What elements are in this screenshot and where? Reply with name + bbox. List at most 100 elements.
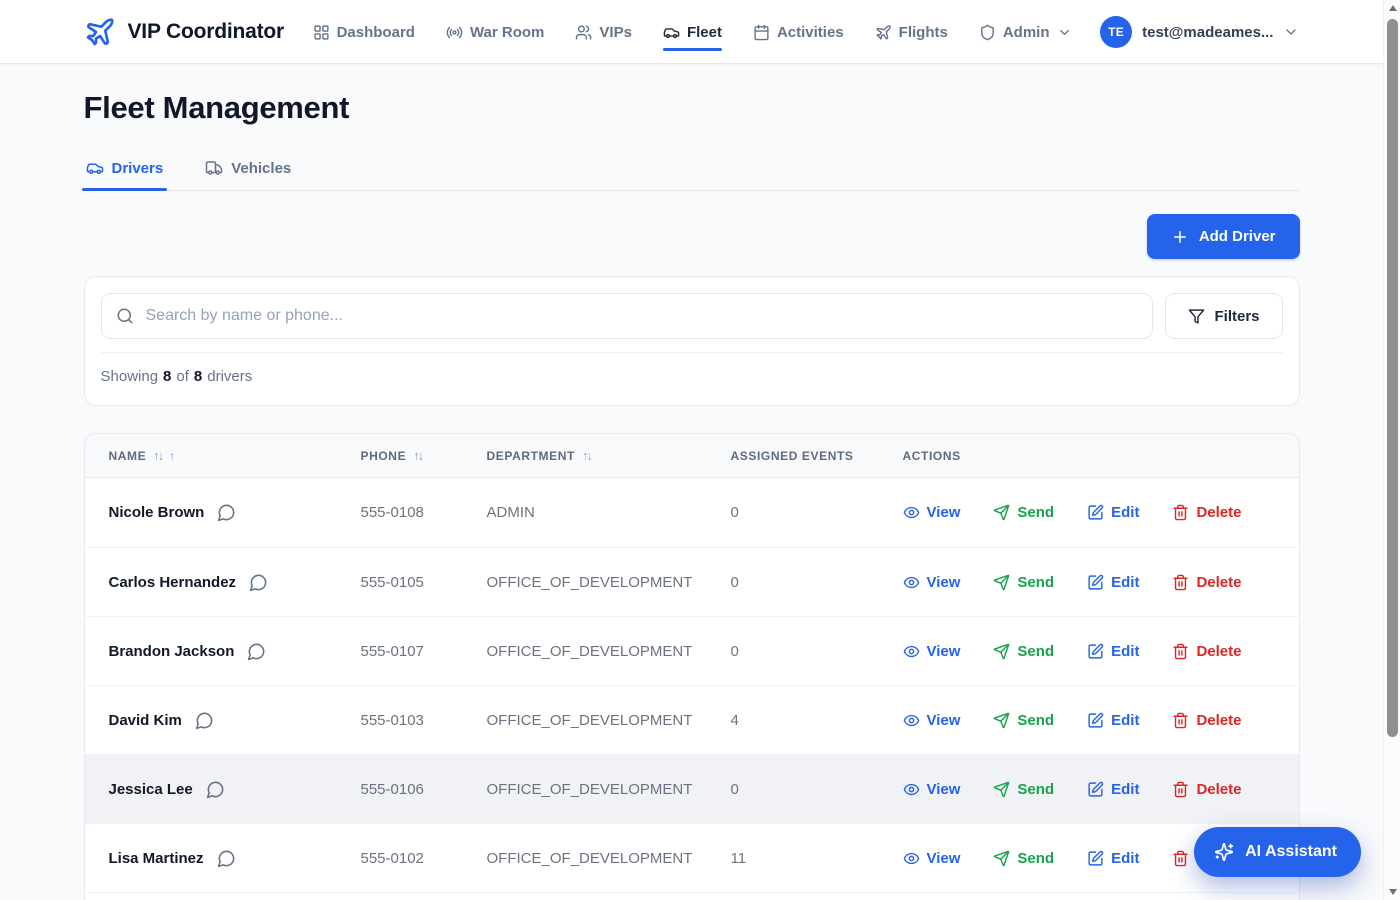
sort-icon[interactable]: ↑↓ xyxy=(582,448,591,463)
eye-icon xyxy=(903,781,920,798)
sort-active-up-icon[interactable]: ↑ xyxy=(169,449,176,463)
edit-pencil-icon xyxy=(1087,643,1104,660)
nav-label: Admin xyxy=(1003,24,1050,41)
send-plane-icon xyxy=(993,712,1010,729)
scrollbar-thumb[interactable] xyxy=(1387,19,1398,737)
view-button[interactable]: View xyxy=(903,574,961,591)
driver-department: OFFICE_OF_DEVELOPMENT xyxy=(487,712,731,729)
view-button[interactable]: View xyxy=(903,504,961,521)
driver-department: OFFICE_OF_DEVELOPMENT xyxy=(487,643,731,660)
eye-icon xyxy=(903,850,920,867)
filters-button[interactable]: Filters xyxy=(1165,293,1282,339)
driver-name: David Kim xyxy=(109,712,182,729)
action-label: Send xyxy=(1017,643,1054,660)
truck-icon xyxy=(205,159,223,177)
nav-item-fleet[interactable]: Fleet xyxy=(663,0,722,64)
send-plane-icon xyxy=(993,850,1010,867)
delete-button[interactable]: Delete xyxy=(1172,504,1241,521)
table-row[interactable]: Jessica Lee 555-0106 OFFICE_OF_DEVELOPME… xyxy=(85,754,1299,823)
action-label: Delete xyxy=(1196,712,1241,729)
nav-item-activities[interactable]: Activities xyxy=(753,0,844,64)
table-row[interactable]: Nicole Brown 555-0108 ADMIN 0 View Send … xyxy=(85,478,1299,547)
tab-label: Vehicles xyxy=(231,160,291,177)
edit-button[interactable]: Edit xyxy=(1087,643,1139,660)
delete-button[interactable]: Delete xyxy=(1172,643,1241,660)
action-label: Send xyxy=(1017,504,1054,521)
nav-label: War Room xyxy=(470,24,544,41)
action-label: View xyxy=(927,574,961,591)
scroll-down-arrow-icon[interactable] xyxy=(1384,884,1400,900)
eye-icon xyxy=(903,643,920,660)
nav-item-admin[interactable]: Admin xyxy=(979,0,1072,64)
chat-bubble-icon[interactable] xyxy=(247,642,266,661)
column-header-phone[interactable]: PHONE ↑↓ xyxy=(361,448,487,463)
search-input[interactable] xyxy=(101,293,1154,339)
delete-button[interactable]: Delete xyxy=(1172,781,1241,798)
edit-button[interactable]: Edit xyxy=(1087,504,1139,521)
nav-label: Fleet xyxy=(687,24,722,41)
send-plane-icon xyxy=(993,781,1010,798)
driver-department: OFFICE_OF_DEVELOPMENT xyxy=(487,781,731,798)
broadcast-icon xyxy=(446,24,463,41)
action-label: Edit xyxy=(1111,850,1139,867)
send-button[interactable]: Send xyxy=(993,643,1054,660)
table-body: Nicole Brown 555-0108 ADMIN 0 View Send … xyxy=(85,478,1299,892)
delete-button[interactable]: Delete xyxy=(1172,712,1241,729)
car-icon xyxy=(86,159,104,177)
send-button[interactable]: Send xyxy=(993,574,1054,591)
delete-button[interactable]: Delete xyxy=(1172,574,1241,591)
edit-button[interactable]: Edit xyxy=(1087,574,1139,591)
edit-pencil-icon xyxy=(1087,712,1104,729)
driver-phone: 555-0108 xyxy=(361,504,487,521)
view-button[interactable]: View xyxy=(903,712,961,729)
sort-icon[interactable]: ↑↓ xyxy=(153,448,162,463)
shield-icon xyxy=(979,24,996,41)
send-button[interactable]: Send xyxy=(993,712,1054,729)
brand: VIP Coordinator xyxy=(84,16,284,48)
tab-drivers[interactable]: Drivers xyxy=(84,153,166,190)
edit-button[interactable]: Edit xyxy=(1087,712,1139,729)
table-row[interactable]: Carlos Hernandez 555-0105 OFFICE_OF_DEVE… xyxy=(85,547,1299,616)
sparkles-icon xyxy=(1214,842,1234,862)
vertical-scrollbar[interactable] xyxy=(1383,0,1400,900)
chat-bubble-icon[interactable] xyxy=(249,573,268,592)
add-driver-button[interactable]: Add Driver xyxy=(1147,214,1300,259)
driver-name: Carlos Hernandez xyxy=(109,574,237,591)
dashboard-grid-icon xyxy=(313,24,330,41)
view-button[interactable]: View xyxy=(903,643,961,660)
column-header-department[interactable]: DEPARTMENT ↑↓ xyxy=(487,448,731,463)
send-button[interactable]: Send xyxy=(993,504,1054,521)
chat-bubble-icon[interactable] xyxy=(195,711,214,730)
view-button[interactable]: View xyxy=(903,781,961,798)
chat-bubble-icon[interactable] xyxy=(217,849,236,868)
user-menu[interactable]: TE test@madeames... xyxy=(1100,16,1299,48)
ai-assistant-button[interactable]: AI Assistant xyxy=(1194,827,1361,877)
main-nav: Dashboard War Room VIPs Fleet Activities xyxy=(313,0,1072,64)
action-label: Delete xyxy=(1196,781,1241,798)
tab-vehicles[interactable]: Vehicles xyxy=(203,153,293,190)
table-row[interactable]: David Kim 555-0103 OFFICE_OF_DEVELOPMENT… xyxy=(85,685,1299,754)
table-row[interactable]: Lisa Martinez 555-0102 OFFICE_OF_DEVELOP… xyxy=(85,823,1299,892)
send-button[interactable]: Send xyxy=(993,781,1054,798)
edit-button[interactable]: Edit xyxy=(1087,850,1139,867)
trash-icon xyxy=(1172,504,1189,521)
eye-icon xyxy=(903,712,920,729)
action-label: Edit xyxy=(1111,643,1139,660)
column-header-name[interactable]: NAME ↑↓ ↑ xyxy=(109,448,361,463)
table-row[interactable]: Brandon Jackson 555-0107 OFFICE_OF_DEVEL… xyxy=(85,616,1299,685)
edit-button[interactable]: Edit xyxy=(1087,781,1139,798)
chat-bubble-icon[interactable] xyxy=(217,503,236,522)
avatar: TE xyxy=(1100,16,1132,48)
scroll-up-arrow-icon[interactable] xyxy=(1384,0,1400,16)
nav-item-dashboard[interactable]: Dashboard xyxy=(313,0,415,64)
nav-item-vips[interactable]: VIPs xyxy=(575,0,632,64)
trash-icon xyxy=(1172,781,1189,798)
view-button[interactable]: View xyxy=(903,850,961,867)
sort-icon[interactable]: ↑↓ xyxy=(413,448,422,463)
send-button[interactable]: Send xyxy=(993,850,1054,867)
nav-item-war-room[interactable]: War Room xyxy=(446,0,544,64)
nav-item-flights[interactable]: Flights xyxy=(875,0,948,64)
chat-bubble-icon[interactable] xyxy=(206,780,225,799)
action-label: Send xyxy=(1017,712,1054,729)
trash-icon xyxy=(1172,643,1189,660)
